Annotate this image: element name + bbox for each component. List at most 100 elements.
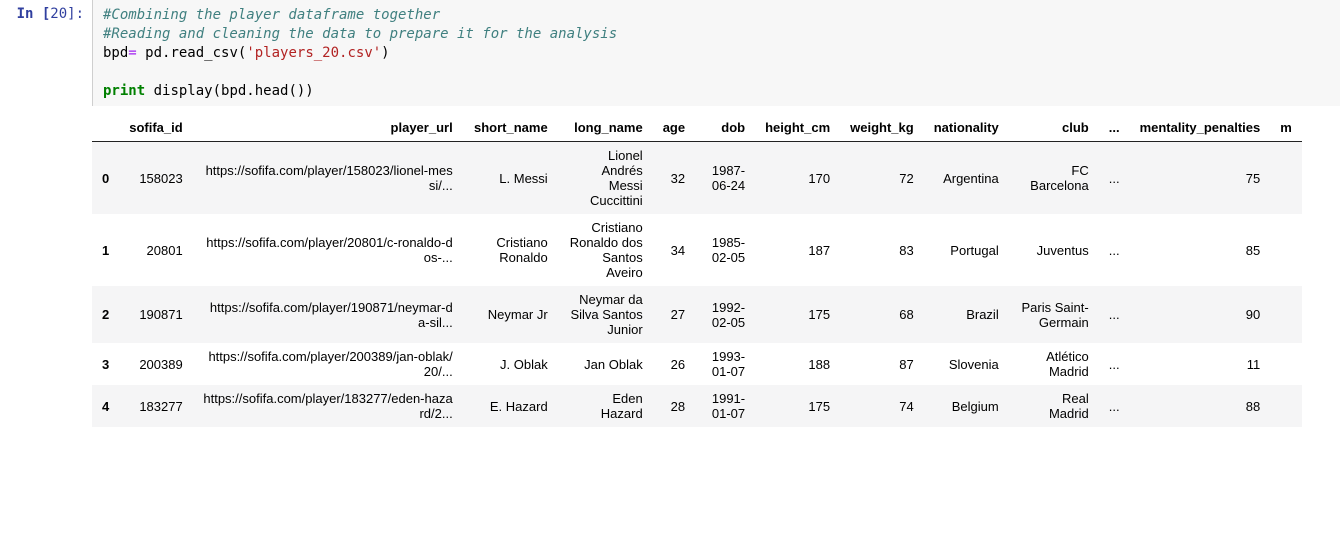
code-call-readcsv: pd.read_csv( (137, 45, 247, 61)
cell-player_url: https://sofifa.com/player/20801/c-ronald… (193, 214, 463, 286)
code-comment-2: #Reading and cleaning the data to prepar… (103, 26, 617, 42)
cell-club: FC Barcelona (1009, 142, 1099, 215)
cell-player_url: https://sofifa.com/player/158023/lionel-… (193, 142, 463, 215)
cell-ellipsis: ... (1099, 286, 1130, 343)
cell-mentality_penalties: 85 (1130, 214, 1271, 286)
prompt-label: In [20]: (0, 0, 92, 106)
cell-ellipsis: ... (1099, 385, 1130, 427)
cell-long_name: Jan Oblak (558, 343, 653, 385)
cell-weight_kg: 74 (840, 385, 924, 427)
prompt-in-text: In [ (17, 6, 51, 22)
cell-height_cm: 170 (755, 142, 840, 215)
cell-nationality: Argentina (924, 142, 1009, 215)
cell-dob: 1987-06-24 (695, 142, 755, 215)
cell-long_name: Cristiano Ronaldo dos Santos Aveiro (558, 214, 653, 286)
table-row: 4183277https://sofifa.com/player/183277/… (92, 385, 1302, 427)
cell-age: 27 (653, 286, 695, 343)
table-row: 0158023https://sofifa.com/player/158023/… (92, 142, 1302, 215)
cell-long_name: Neymar da Silva Santos Junior (558, 286, 653, 343)
cell-height_cm: 188 (755, 343, 840, 385)
cell-age: 32 (653, 142, 695, 215)
notebook-cell: In [20]: #Combining the player dataframe… (0, 0, 1340, 106)
cell-age: 26 (653, 343, 695, 385)
code-block: #Combining the player dataframe together… (103, 6, 1330, 100)
cell-index: 4 (92, 385, 119, 427)
cell-ellipsis: ... (1099, 343, 1130, 385)
cell-sofifa_id: 200389 (119, 343, 192, 385)
cell-weight_kg: 72 (840, 142, 924, 215)
table-row: 120801https://sofifa.com/player/20801/c-… (92, 214, 1302, 286)
code-call-display: display(bpd.head()) (145, 83, 314, 99)
prompt-number: 20 (50, 6, 67, 22)
code-keyword-print: print (103, 83, 145, 99)
cell-club: Atlético Madrid (1009, 343, 1099, 385)
cell-weight_kg: 83 (840, 214, 924, 286)
code-op-eq: = (128, 45, 136, 61)
cell-weight_kg: 87 (840, 343, 924, 385)
cell-short_name: E. Hazard (463, 385, 558, 427)
col-club: club (1009, 114, 1099, 142)
col-sofifa_id: sofifa_id (119, 114, 192, 142)
table-row: 2190871https://sofifa.com/player/190871/… (92, 286, 1302, 343)
table-row: 3200389https://sofifa.com/player/200389/… (92, 343, 1302, 385)
cell-height_cm: 187 (755, 214, 840, 286)
cell-dob: 1985-02-05 (695, 214, 755, 286)
cell-player_url: https://sofifa.com/player/183277/eden-ha… (193, 385, 463, 427)
cell-mentality_penalties: 88 (1130, 385, 1271, 427)
cell-age: 34 (653, 214, 695, 286)
col-short_name: short_name (463, 114, 558, 142)
col-m-truncated: m (1270, 114, 1302, 142)
cell-ellipsis: ... (1099, 142, 1130, 215)
col-weight_kg: weight_kg (840, 114, 924, 142)
cell-index: 2 (92, 286, 119, 343)
cell-m-truncated (1270, 385, 1302, 427)
cell-height_cm: 175 (755, 286, 840, 343)
cell-short_name: Neymar Jr (463, 286, 558, 343)
col-age: age (653, 114, 695, 142)
prompt-close: ]: (67, 6, 84, 22)
col-height_cm: height_cm (755, 114, 840, 142)
cell-age: 28 (653, 385, 695, 427)
code-close-paren: ) (381, 45, 389, 61)
cell-nationality: Portugal (924, 214, 1009, 286)
table-header-row: sofifa_id player_url short_name long_nam… (92, 114, 1302, 142)
cell-short_name: L. Messi (463, 142, 558, 215)
output-area: sofifa_id player_url short_name long_nam… (0, 106, 1340, 427)
cell-short_name: Cristiano Ronaldo (463, 214, 558, 286)
cell-dob: 1991-01-07 (695, 385, 755, 427)
cell-sofifa_id: 158023 (119, 142, 192, 215)
cell-club: Juventus (1009, 214, 1099, 286)
cell-nationality: Slovenia (924, 343, 1009, 385)
cell-index: 0 (92, 142, 119, 215)
dataframe-table: sofifa_id player_url short_name long_nam… (92, 114, 1302, 427)
code-string-filename: 'players_20.csv' (246, 45, 381, 61)
code-input-area[interactable]: #Combining the player dataframe together… (92, 0, 1340, 106)
dataframe-wrapper: sofifa_id player_url short_name long_nam… (92, 114, 1340, 427)
cell-club: Real Madrid (1009, 385, 1099, 427)
cell-index: 3 (92, 343, 119, 385)
cell-height_cm: 175 (755, 385, 840, 427)
cell-sofifa_id: 183277 (119, 385, 192, 427)
code-ident-bpd: bpd (103, 45, 128, 61)
col-index (92, 114, 119, 142)
code-comment-1: #Combining the player dataframe together (103, 7, 440, 23)
cell-short_name: J. Oblak (463, 343, 558, 385)
cell-long_name: Eden Hazard (558, 385, 653, 427)
cell-long_name: Lionel Andrés Messi Cuccittini (558, 142, 653, 215)
cell-ellipsis: ... (1099, 214, 1130, 286)
cell-player_url: https://sofifa.com/player/190871/neymar-… (193, 286, 463, 343)
cell-sofifa_id: 190871 (119, 286, 192, 343)
cell-mentality_penalties: 11 (1130, 343, 1271, 385)
cell-sofifa_id: 20801 (119, 214, 192, 286)
col-long_name: long_name (558, 114, 653, 142)
cell-m-truncated (1270, 286, 1302, 343)
cell-nationality: Belgium (924, 385, 1009, 427)
cell-index: 1 (92, 214, 119, 286)
cell-m-truncated (1270, 214, 1302, 286)
cell-dob: 1993-01-07 (695, 343, 755, 385)
cell-player_url: https://sofifa.com/player/200389/jan-obl… (193, 343, 463, 385)
cell-mentality_penalties: 75 (1130, 142, 1271, 215)
cell-mentality_penalties: 90 (1130, 286, 1271, 343)
cell-nationality: Brazil (924, 286, 1009, 343)
col-dob: dob (695, 114, 755, 142)
